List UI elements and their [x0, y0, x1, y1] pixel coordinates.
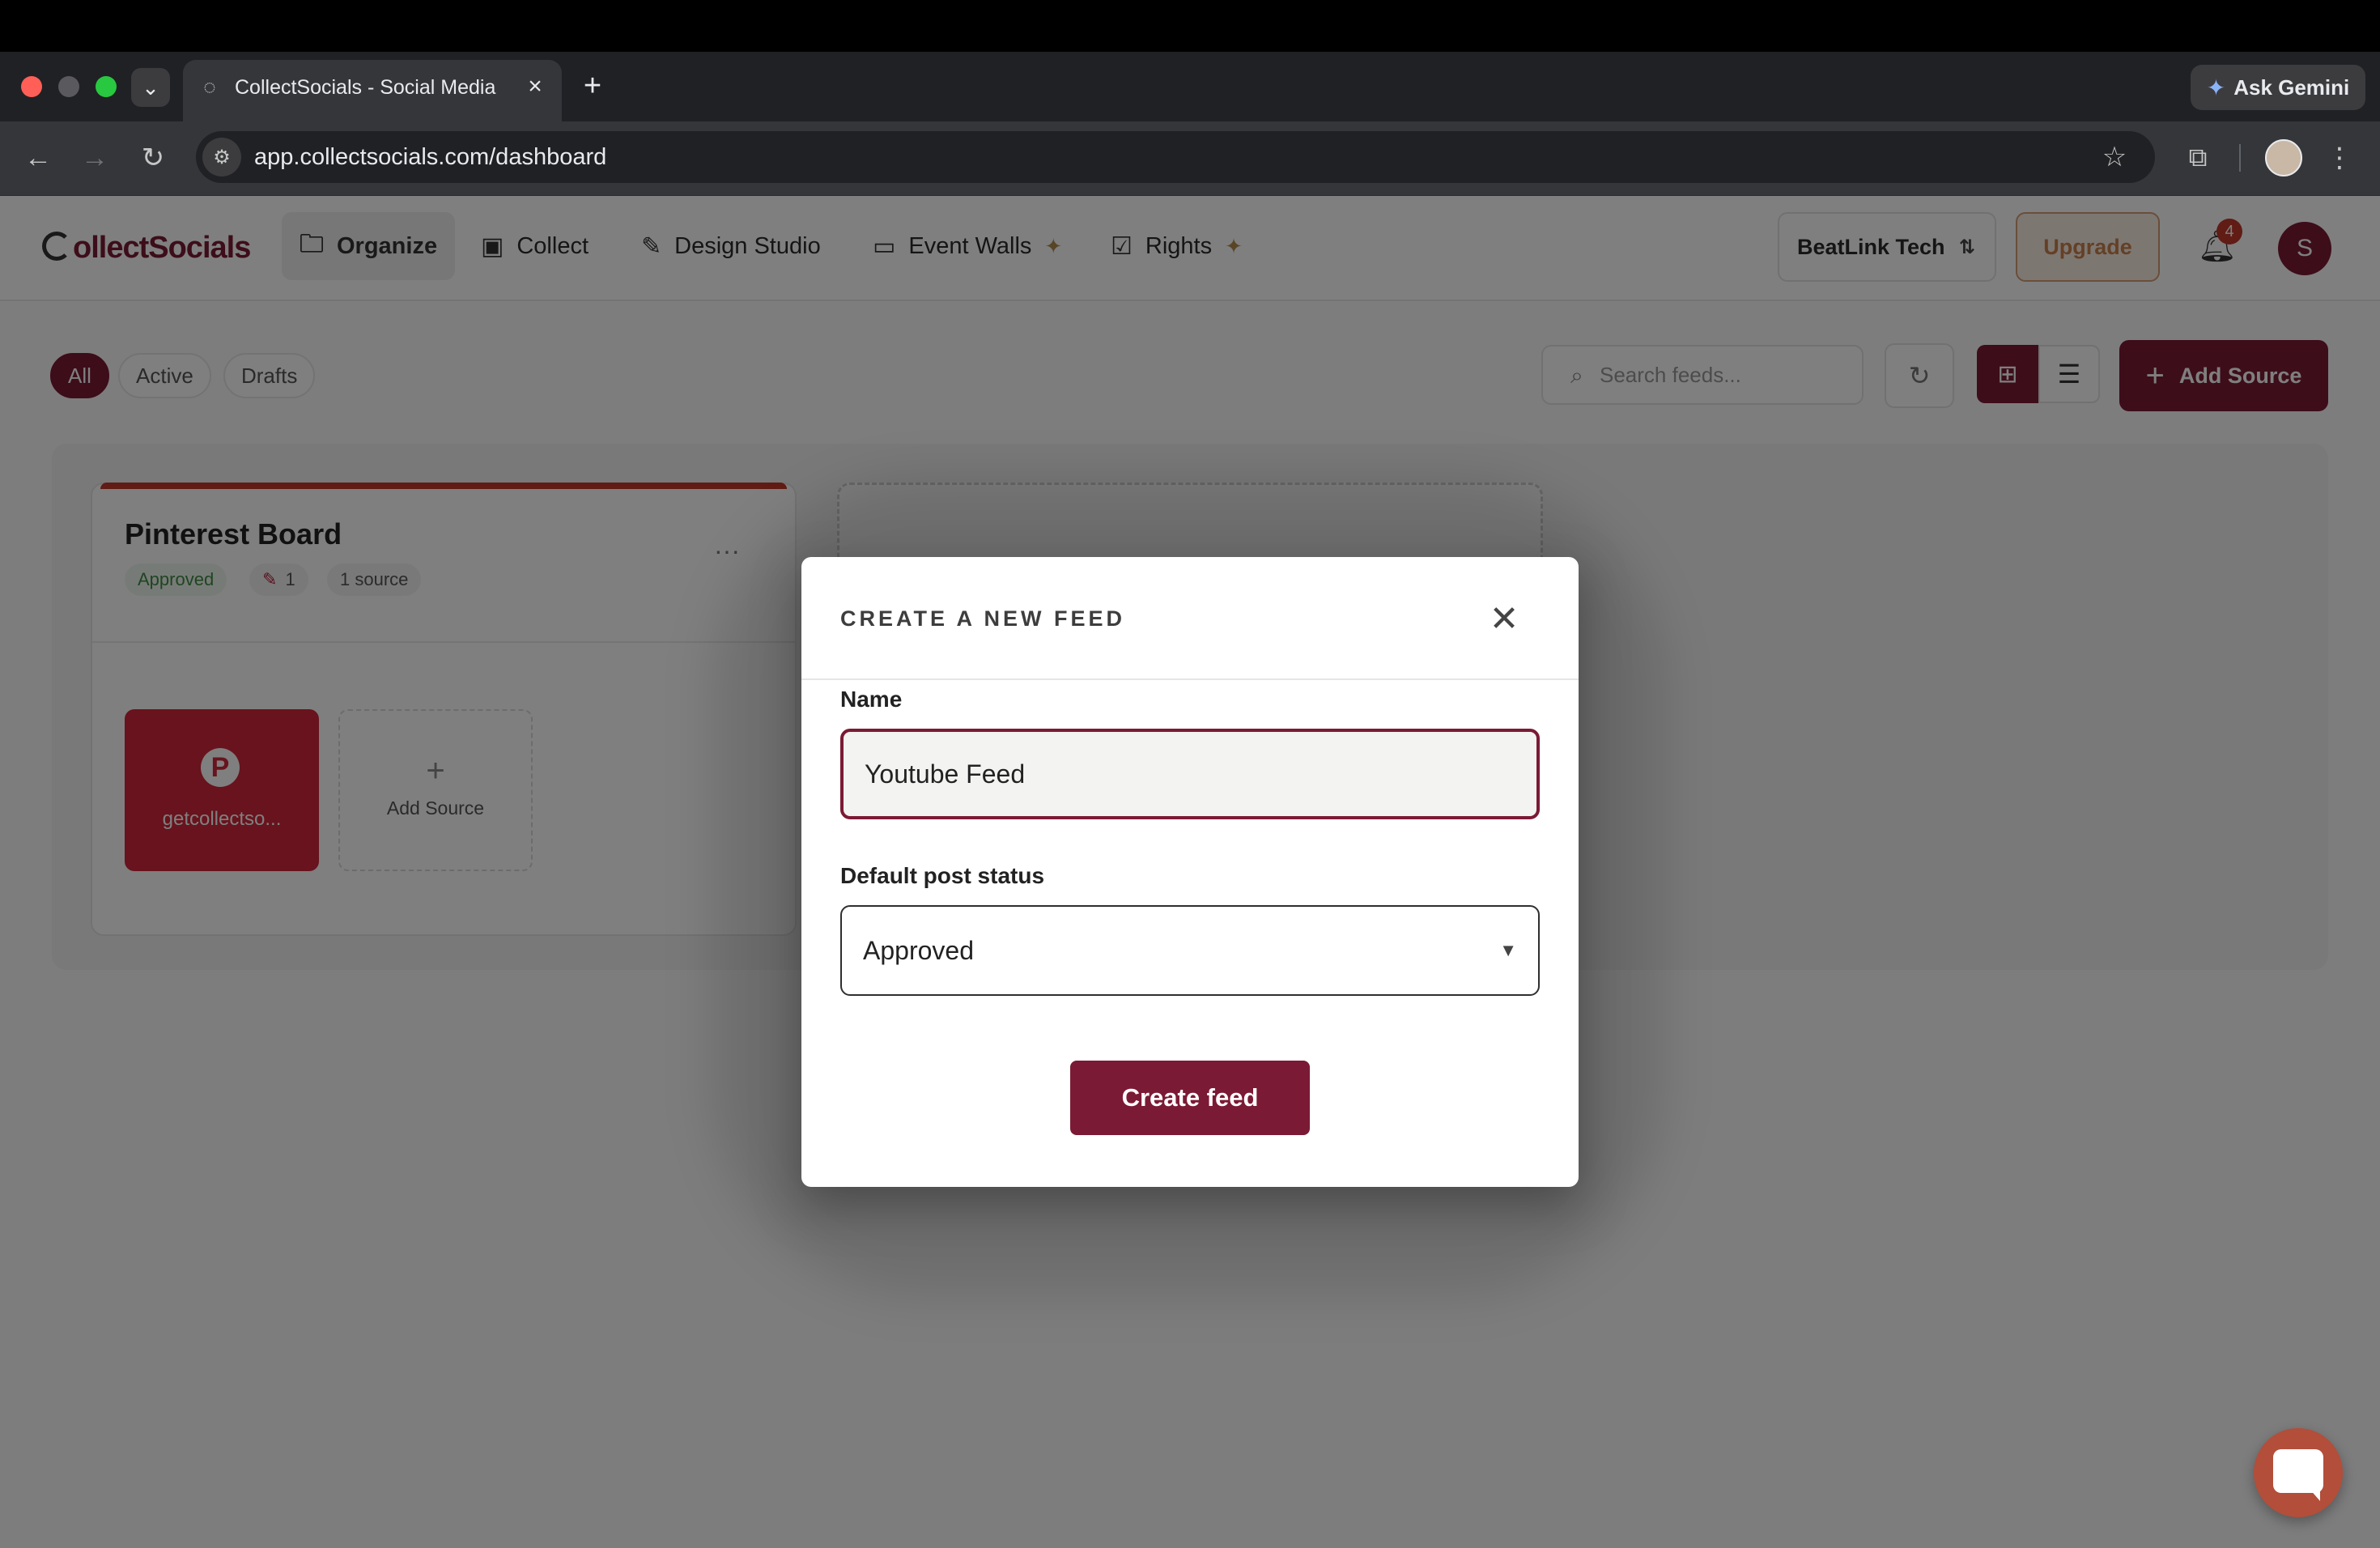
default-status-label: Default post status	[840, 863, 1045, 888]
arrow-left-icon: ←	[24, 142, 52, 173]
back-button[interactable]: ←	[18, 138, 58, 178]
favicon-icon: ◌	[203, 74, 216, 99]
system-menu-bar	[0, 0, 2380, 52]
close-icon: ×	[528, 73, 542, 100]
modal-close-button[interactable]: ✕	[1483, 596, 1525, 641]
modal-divider	[801, 678, 1579, 680]
arrow-right-icon: →	[81, 142, 108, 173]
close-tab-button[interactable]: ×	[521, 71, 549, 102]
puzzle-icon: ⧉	[2188, 142, 2208, 172]
tab-search-button[interactable]: ⌄	[131, 68, 170, 107]
bookmark-button[interactable]: ☆	[2095, 138, 2134, 176]
chat-bubble-tail	[2309, 1488, 2320, 1501]
ask-gemini-label: Ask Gemini	[2233, 74, 2350, 100]
default-status-value: Approved	[863, 935, 974, 965]
more-vertical-icon: ⋮	[2326, 142, 2353, 173]
name-label: Name	[840, 687, 903, 712]
caret-down-icon: ▼	[1499, 940, 1517, 960]
maximize-window-button[interactable]	[96, 76, 117, 97]
new-tab-button[interactable]: +	[575, 68, 610, 104]
plus-icon: +	[583, 68, 602, 103]
ask-gemini-button[interactable]: ✦ Ask Gemini	[2191, 65, 2365, 110]
extensions-button[interactable]: ⧉	[2178, 138, 2218, 178]
create-feed-button[interactable]: Create feed	[1070, 1061, 1310, 1135]
site-settings-button[interactable]: ⚙	[202, 138, 241, 176]
reload-icon: ↻	[141, 142, 165, 173]
close-icon: ✕	[1489, 598, 1519, 639]
minimize-window-button[interactable]	[58, 76, 79, 97]
chat-bubble-icon	[2273, 1449, 2323, 1493]
gemini-sparkle-icon: ✦	[2206, 74, 2226, 100]
browser-profile-avatar[interactable]	[2265, 139, 2302, 176]
reload-button[interactable]: ↻	[133, 138, 173, 178]
feed-name-input[interactable]	[840, 729, 1540, 819]
close-window-button[interactable]	[21, 76, 42, 97]
forward-button[interactable]: →	[74, 138, 115, 178]
modal-title: CREATE A NEW FEED	[840, 606, 1126, 631]
chevron-down-icon: ⌄	[142, 74, 159, 100]
default-status-select[interactable]: Approved ▼	[840, 905, 1540, 996]
tab-title: CollectSocials - Social Media	[235, 76, 496, 99]
browser-menu-button[interactable]: ⋮	[2323, 138, 2356, 178]
tune-icon: ⚙	[213, 146, 231, 168]
url-text[interactable]: app.collectsocials.com/dashboard	[254, 141, 606, 173]
star-icon: ☆	[2102, 142, 2127, 172]
toolbar-divider	[2239, 144, 2241, 172]
